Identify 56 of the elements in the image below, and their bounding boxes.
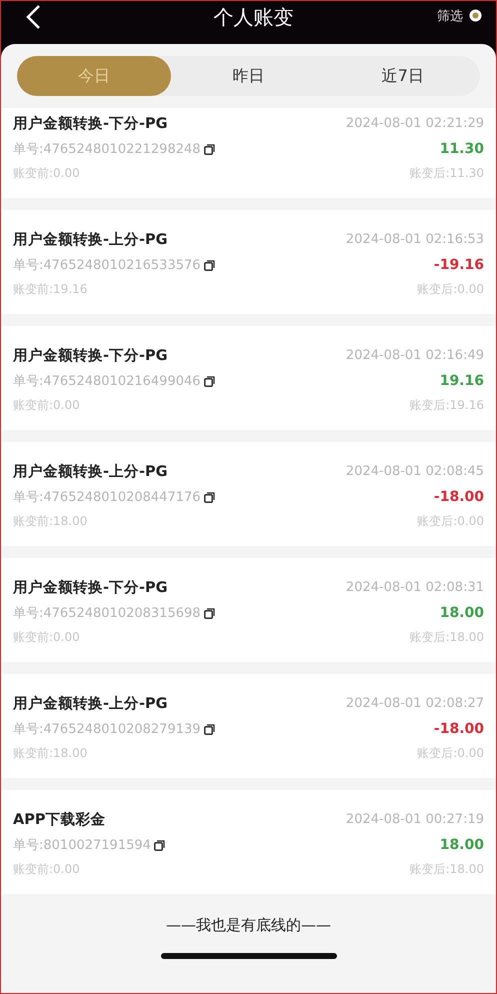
record-time: 2024-08-01 00:27:19 — [346, 812, 484, 827]
balance-before: 账变前:0.00 — [13, 861, 80, 878]
amount: -18.00 — [434, 489, 484, 505]
date-tab[interactable]: 昨日 — [171, 56, 326, 96]
amount: -18.00 — [434, 721, 484, 737]
record-title: 用户金额转换-下分-PG — [13, 578, 168, 597]
record-title: 用户金额转换-下分-PG — [13, 114, 168, 133]
record-time: 2024-08-01 02:21:29 — [346, 116, 484, 131]
record-title: 用户金额转换-上分-PG — [13, 462, 168, 481]
balance-after: 账变后:0.00 — [417, 745, 484, 762]
record-title: 用户金额转换-上分-PG — [13, 694, 168, 713]
copy-icon[interactable] — [204, 144, 215, 154]
record-time: 2024-08-01 02:08:45 — [346, 464, 484, 479]
balance-before: 账变前:18.00 — [13, 745, 88, 762]
record-time: 2024-08-01 02:08:27 — [346, 696, 484, 711]
filter-button[interactable]: 筛选 — [437, 6, 482, 24]
order-number: 单号:4765248010221298248 — [13, 141, 201, 158]
date-tab[interactable]: 近7日 — [326, 56, 480, 96]
balance-before: 账变前:18.00 — [13, 513, 88, 530]
copy-icon[interactable] — [204, 492, 215, 502]
record-title: APP下载彩金 — [13, 810, 106, 829]
copy-icon[interactable] — [204, 376, 215, 386]
back-icon[interactable] — [25, 4, 41, 30]
record-title: 用户金额转换-下分-PG — [13, 346, 168, 365]
order-number: 单号:8010027191594 — [13, 837, 151, 854]
copy-icon[interactable] — [204, 608, 215, 618]
balance-after: 账变后:18.00 — [410, 629, 484, 646]
record-time: 2024-08-01 02:16:49 — [346, 348, 484, 363]
record-time: 2024-08-01 02:16:53 — [346, 232, 484, 247]
order-number: 单号:4765248010208315698 — [13, 605, 201, 622]
copy-icon[interactable] — [154, 840, 165, 850]
page-title: 个人账变 — [214, 4, 294, 31]
order-number: 单号:4765248010208279139 — [13, 721, 201, 738]
balance-after: 账变后:0.00 — [417, 513, 484, 530]
record-title: 用户金额转换-上分-PG — [13, 230, 168, 249]
balance-after: 账变后:0.00 — [417, 281, 484, 298]
balance-before: 账变前:0.00 — [13, 165, 80, 182]
order-number: 单号:4765248010216533576 — [13, 257, 201, 274]
amount: 18.00 — [440, 837, 484, 853]
balance-after: 账变后:18.00 — [410, 861, 484, 878]
copy-icon[interactable] — [204, 260, 215, 270]
balance-after: 账变后:11.30 — [410, 165, 484, 182]
amount: 18.00 — [440, 605, 484, 621]
amount: 19.16 — [440, 373, 484, 389]
order-number: 单号:4765248010216499046 — [13, 373, 201, 390]
record-time: 2024-08-01 02:08:31 — [346, 580, 484, 595]
end-of-list-text: ——我也是有底线的—— — [165, 916, 332, 935]
amount: -19.16 — [434, 257, 484, 273]
balance-after: 账变后:19.16 — [410, 397, 484, 414]
amount: 11.30 — [440, 141, 484, 157]
copy-icon[interactable] — [204, 724, 215, 734]
balance-before: 账变前:0.00 — [13, 397, 80, 414]
balance-before: 账变前:0.00 — [13, 629, 80, 646]
balance-before: 账变前:19.16 — [13, 281, 88, 298]
filter-icon — [469, 9, 482, 22]
order-number: 单号:4765248010208447176 — [13, 489, 201, 506]
